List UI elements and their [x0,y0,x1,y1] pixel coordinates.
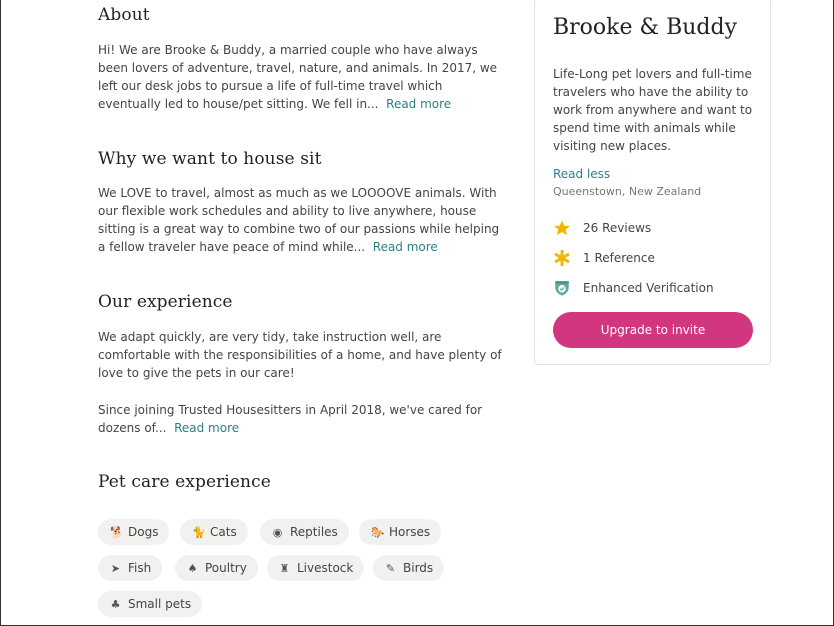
fish-icon: ➤ [110,561,121,575]
pet-pill-horses[interactable]: 🐎 Horses [359,519,442,545]
pet-pill-label: Horses [389,525,431,539]
experience-heading: Our experience [98,292,233,312]
reviews-stat[interactable]: 26 Reviews [553,219,651,237]
verification-stat[interactable]: Enhanced Verification [553,279,714,297]
reptile-icon: ◉ [272,525,283,539]
why-heading: Why we want to house sit [98,149,322,169]
pet-pill-label: Birds [403,561,434,575]
pet-pill-label: Reptiles [290,525,338,539]
experience-read-more-link[interactable]: Read more [174,421,239,435]
pet-pill-fish[interactable]: ➤ Fish [98,555,163,581]
pet-pill-cats[interactable]: 🐈 Cats [180,519,248,545]
pet-care-heading: Pet care experience [98,472,271,492]
profile-name: Brooke & Buddy [553,15,738,40]
reviews-label: 26 Reviews [583,221,652,235]
why-text: We LOVE to travel, almost as much as we … [98,186,500,254]
cat-icon: 🐈 [192,525,206,539]
pet-pill-label: Livestock [297,561,354,575]
pet-pill-dogs[interactable]: 🐕 Dogs [98,519,170,545]
star-icon [553,219,571,237]
read-less-link[interactable]: Read less [553,167,610,181]
bird-icon: ✎ [385,561,396,575]
asterisk-icon [553,249,571,267]
about-read-more-link[interactable]: Read more [386,97,451,111]
upgrade-to-invite-button[interactable]: Upgrade to invite [553,312,753,348]
poultry-icon: ♠ [187,561,198,575]
small-pet-icon: ♣ [110,597,121,611]
reference-stat[interactable]: 1 Reference [553,249,655,267]
pet-pill-livestock[interactable]: ♜ Livestock [267,555,365,581]
pet-pill-birds[interactable]: ✎ Birds [373,555,445,581]
pet-pill-label: Small pets [128,597,192,611]
profile-card: Brooke & Buddy Life-Long pet lovers and … [534,0,771,365]
horse-icon: 🐎 [371,525,385,539]
about-text: Hi! We are Brooke & Buddy, a married cou… [98,43,498,111]
shield-check-icon [553,279,571,297]
pet-pill-reptiles[interactable]: ◉ Reptiles [260,519,349,545]
pet-pill-label: Fish [128,561,152,575]
pet-pill-label: Dogs [128,525,159,539]
pet-pill-label: Poultry [205,561,247,575]
experience-paragraph-2: Since joining Trusted Housesitters in Ap… [98,403,483,435]
why-read-more-link[interactable]: Read more [373,240,438,254]
reference-label: 1 Reference [583,251,655,265]
profile-bio: Life-Long pet lovers and full-time trave… [553,67,753,153]
verification-label: Enhanced Verification [583,281,714,295]
dog-icon: 🐕 [110,525,124,539]
pet-pill-small-pets[interactable]: ♣ Small pets [98,591,203,617]
livestock-icon: ♜ [279,561,290,575]
about-heading: About [98,5,150,25]
pet-pill-label: Cats [210,525,237,539]
profile-location: Queenstown, New Zealand [553,185,702,198]
pet-pill-poultry[interactable]: ♠ Poultry [175,555,258,581]
experience-paragraph-1: We adapt quickly, are very tidy, take in… [98,330,502,380]
